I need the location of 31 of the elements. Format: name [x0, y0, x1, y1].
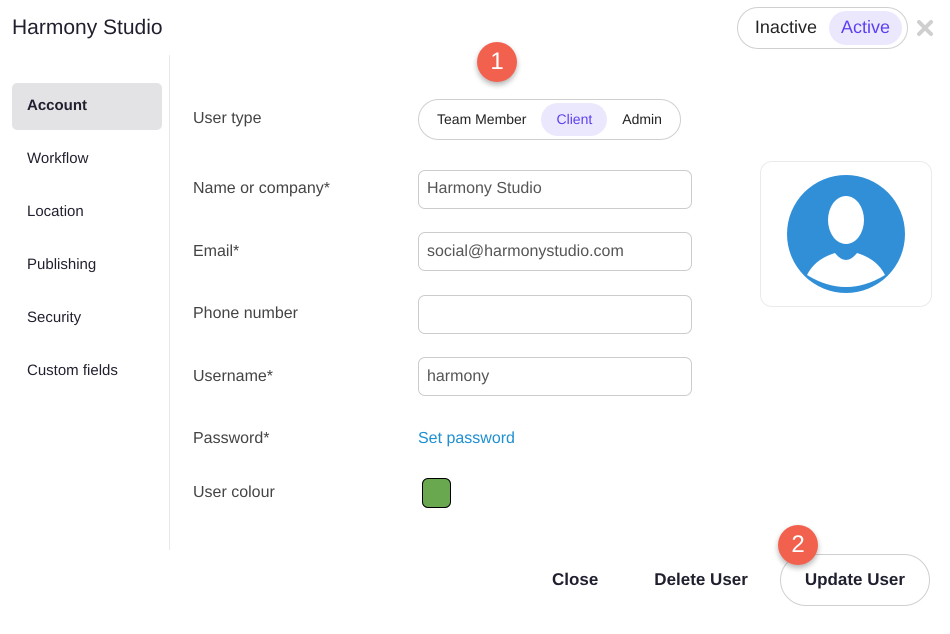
avatar-icon — [787, 175, 905, 293]
sidebar-item[interactable]: Account — [12, 83, 162, 130]
sidebar-item[interactable]: Workflow — [12, 136, 162, 183]
callout-badge: 2 — [778, 525, 818, 565]
field-label: Email* — [193, 242, 240, 262]
sidebar-item[interactable]: Custom fields — [12, 348, 162, 395]
field-label: Phone number — [193, 304, 299, 324]
callout-badge: 1 — [477, 42, 517, 82]
field-label: Password* — [193, 429, 270, 449]
footer-button[interactable]: Delete User — [630, 554, 772, 606]
set-password-link[interactable]: Set password — [418, 427, 515, 451]
input-field[interactable]: social@harmonystudio.com — [418, 232, 692, 271]
input-field[interactable]: Harmony Studio — [418, 170, 692, 208]
field-label: User type — [193, 109, 262, 129]
sidebar-item[interactable]: Location — [12, 189, 162, 236]
close-icon[interactable] — [916, 18, 934, 36]
footer-button[interactable]: Close — [528, 554, 622, 606]
input-field[interactable]: harmony — [418, 357, 692, 396]
field-label: User colour — [193, 483, 276, 503]
input-field[interactable] — [418, 294, 692, 334]
segment-option[interactable]: Admin — [607, 102, 677, 136]
status-option[interactable]: Active — [828, 10, 902, 44]
field-label: Name or company* — [193, 179, 331, 199]
colour-swatch[interactable] — [422, 478, 451, 508]
window-title: Harmony Studio — [12, 14, 163, 41]
sidebar-item[interactable]: Security — [12, 295, 162, 342]
status-option[interactable]: Inactive — [742, 10, 829, 44]
field-label: Username* — [193, 366, 274, 386]
segment-option[interactable]: Client — [541, 102, 608, 136]
segment-option[interactable]: Team Member — [422, 102, 542, 136]
sidebar-item[interactable]: Publishing — [12, 242, 162, 289]
